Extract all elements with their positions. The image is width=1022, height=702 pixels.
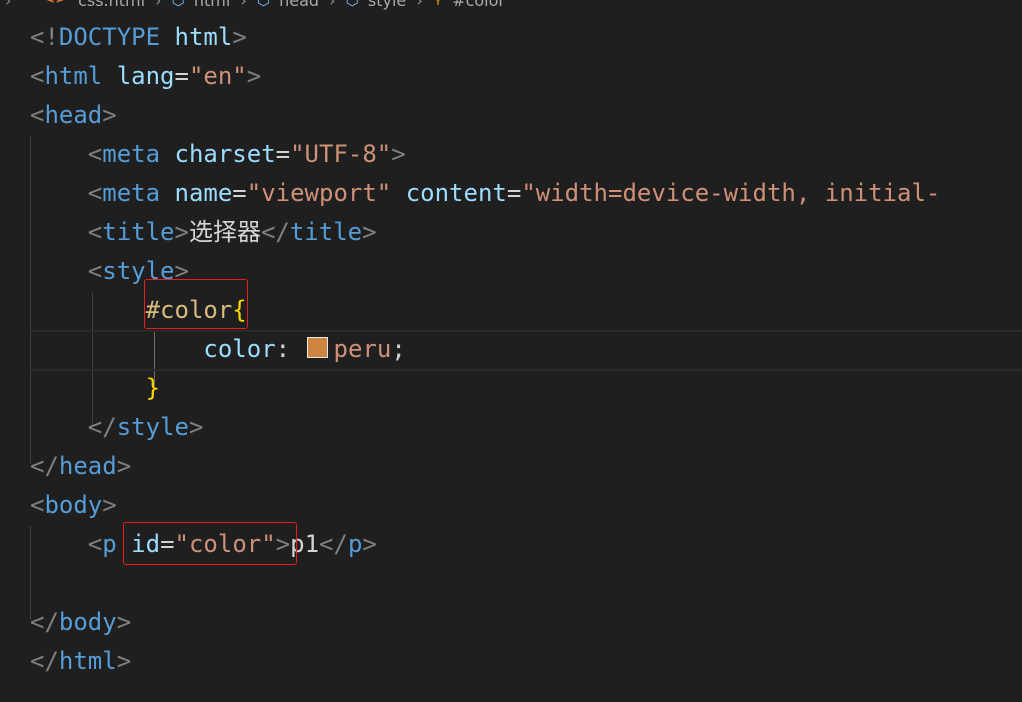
punctuation: >: [232, 23, 247, 51]
code-line: <body>: [30, 491, 117, 519]
code-line: <head>: [30, 101, 117, 129]
attr-name: charset: [174, 140, 276, 168]
doctype-html: html: [174, 23, 233, 51]
breadcrumb: › <> css.html › ⬡ html › ⬡ head › ⬡ styl…: [0, 0, 1022, 11]
breadcrumb-file[interactable]: css.html: [78, 0, 145, 10]
code-line: <meta charset="UTF-8">: [87, 140, 406, 168]
code-line: <!DOCTYPE html>: [30, 18, 247, 57]
attr-value: "UTF-8": [290, 140, 392, 168]
code-editor[interactable]: <!DOCTYPE html> <html lang="en"> <head> …: [0, 18, 1022, 702]
element-icon: ⬡: [171, 0, 185, 9]
tag-name: head: [44, 101, 103, 129]
punctuation: <!: [30, 23, 59, 51]
code-line: </head>: [30, 452, 132, 480]
attr-value: "en": [188, 62, 247, 90]
doctype-keyword: DOCTYPE: [58, 23, 161, 51]
attr-name: lang: [116, 62, 175, 90]
html-file-icon: <>: [44, 0, 67, 7]
tag-name: meta: [102, 179, 161, 207]
tag-name: title: [102, 218, 175, 246]
tag-name: title: [289, 218, 363, 246]
attr-name: content: [405, 179, 507, 207]
highlight-box-id-attr: [123, 522, 297, 565]
code-line: </body>: [30, 608, 132, 636]
highlight-box-selector: [144, 279, 248, 329]
tag-name: style: [116, 413, 189, 441]
chevron-right-icon: ›: [240, 0, 247, 10]
tag-name: body: [44, 491, 103, 519]
breadcrumb-item-selector[interactable]: #color: [452, 0, 505, 10]
tag-name: p: [102, 530, 117, 558]
breadcrumb-item-head[interactable]: head: [279, 0, 319, 10]
attr-value: "viewport": [246, 179, 392, 207]
code-line: color: peru;: [30, 330, 406, 369]
color-swatch[interactable]: [306, 336, 328, 358]
tag-name: html: [58, 647, 117, 675]
code-line: <title>选择器</title>: [87, 218, 377, 246]
breadcrumb-item-html[interactable]: html: [194, 0, 230, 10]
element-icon: ⬡: [345, 0, 359, 9]
code-line: <html lang="en">: [30, 62, 262, 90]
punctuation: ;: [391, 335, 406, 363]
selector-icon: ⚲: [433, 0, 443, 7]
css-property: color: [203, 335, 276, 363]
chevron-right-icon: ›: [155, 0, 162, 10]
chevron-right-icon: ›: [329, 0, 336, 10]
attr-name: name: [174, 179, 233, 207]
code-line: </html>: [30, 647, 132, 675]
code-line: }: [30, 369, 160, 408]
css-value: peru: [333, 335, 392, 363]
tag-name: html: [44, 62, 103, 90]
breadcrumb-item-style[interactable]: style: [368, 0, 406, 10]
chevron-right-icon: ›: [5, 0, 12, 10]
tag-name: head: [58, 452, 117, 480]
chevron-right-icon: ›: [416, 0, 423, 10]
code-line: </style>: [87, 413, 204, 441]
punctuation: :: [275, 335, 291, 363]
title-text: 选择器: [188, 218, 261, 246]
tag-name: body: [58, 608, 117, 636]
code-line: <meta name="viewport" content="width=dev…: [87, 179, 941, 207]
tag-name: p: [347, 530, 363, 558]
attr-value: "width=device-width, initial-: [521, 179, 941, 207]
brace: }: [145, 374, 161, 402]
element-icon: ⬡: [256, 0, 271, 9]
tag-name: meta: [102, 140, 161, 168]
